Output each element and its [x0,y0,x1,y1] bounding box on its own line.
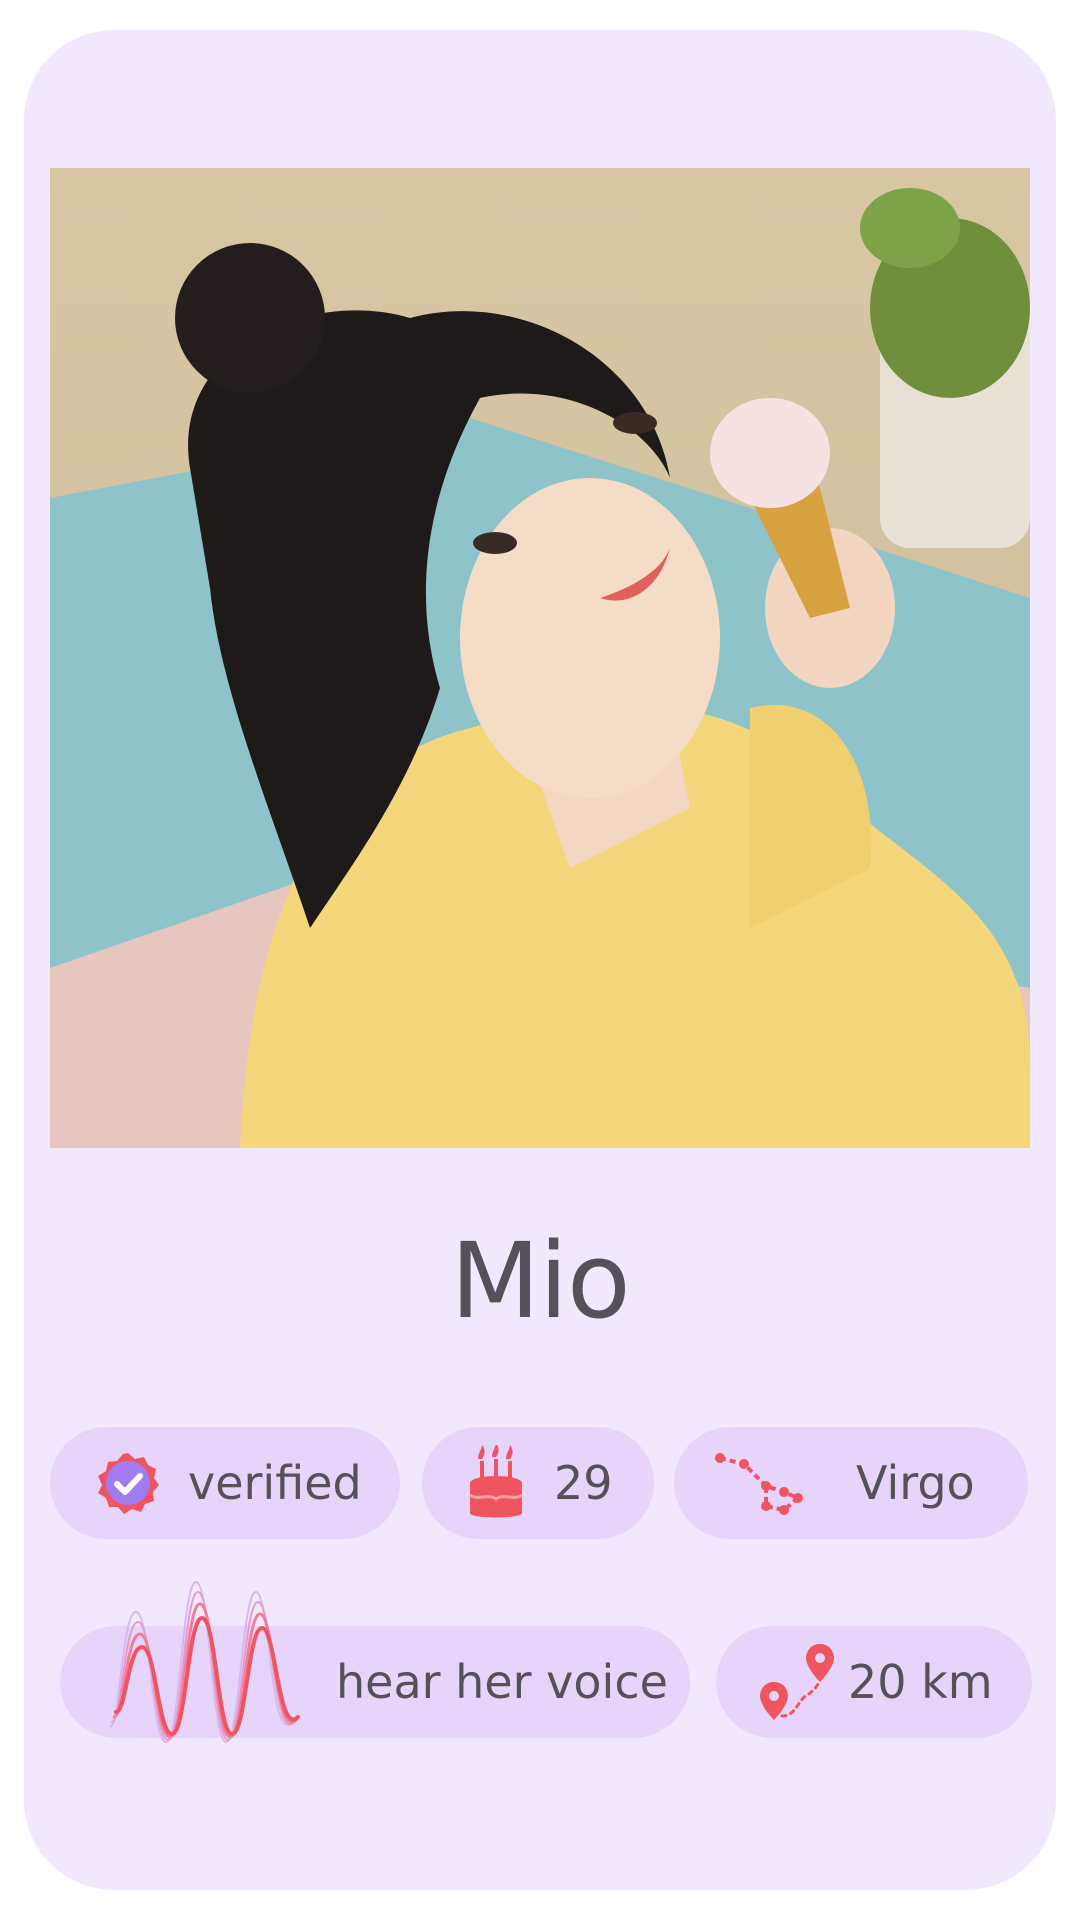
distance-label: 20 km [848,1655,993,1709]
verified-label: verified [188,1456,362,1510]
virgo-constellation-icon [714,1448,804,1518]
profile-photo[interactable] [50,168,1030,1148]
age-label: 29 [554,1456,613,1510]
voice-pill[interactable]: hear her voice [60,1580,690,1744]
zodiac-label: Virgo [856,1456,975,1510]
verified-pill[interactable]: verified [50,1427,400,1539]
sound-wave-icon [110,1572,300,1762]
distance-pill[interactable]: 20 km [716,1626,1032,1738]
age-pill[interactable]: 29 [422,1427,654,1539]
profile-name: Mio [450,1220,630,1342]
route-pins-icon [760,1642,836,1722]
voice-label: hear her voice [336,1655,668,1709]
zodiac-pill[interactable]: Virgo [674,1427,1028,1539]
birthday-cake-icon [468,1445,524,1521]
verified-badge-icon [96,1451,160,1515]
